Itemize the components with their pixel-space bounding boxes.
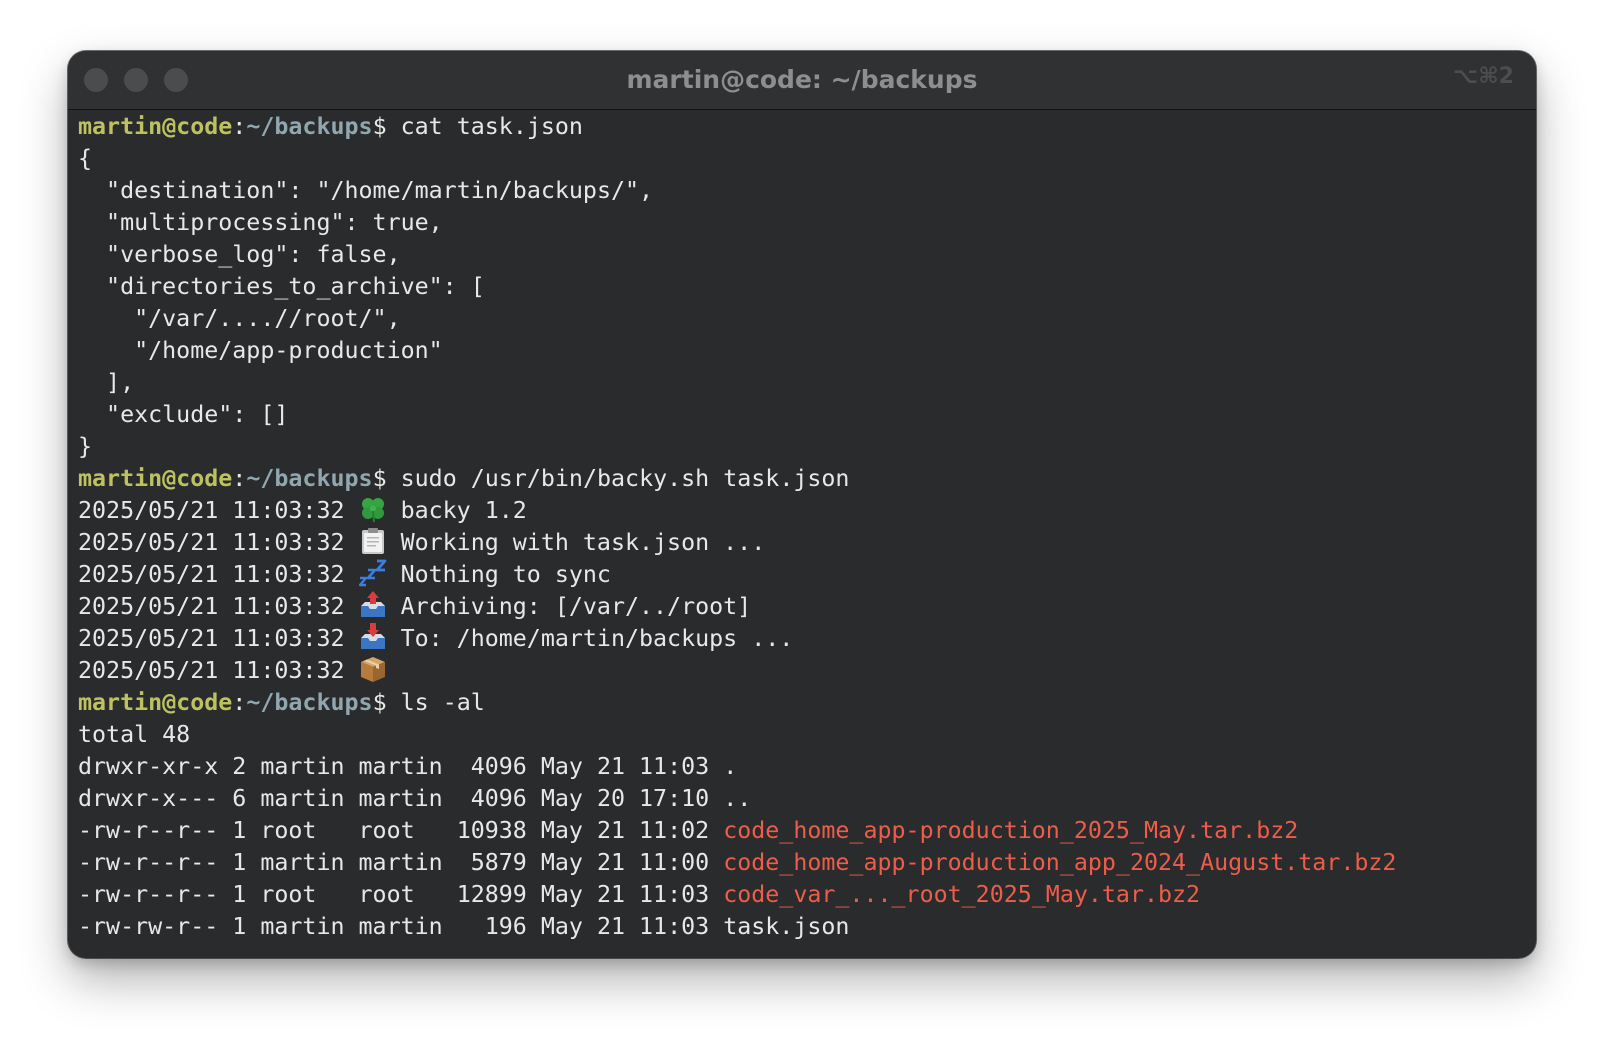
prompt-separator: : xyxy=(232,689,247,716)
json-line: "multiprocessing": true, xyxy=(78,209,443,236)
file-row: drwxr-x--- 6 martin martin 4096 May 20 1… xyxy=(78,783,1528,815)
log-line: 2025/05/21 11:03:32 Working with task.js… xyxy=(78,527,1528,559)
window-shortcut-label: ⌥⌘2 xyxy=(1452,64,1514,89)
json-line: { xyxy=(78,145,93,172)
prompt-line: martin@code:~/backups$ ls -al xyxy=(78,687,1528,719)
log-timestamp: 2025/05/21 11:03:32 xyxy=(78,497,345,524)
json-line: "/var/....//root/", xyxy=(78,305,401,332)
archive-file-name: code_var_..._root_2025_May.tar.bz2 xyxy=(723,881,1201,908)
json-line: "directories_to_archive": [ xyxy=(78,273,485,300)
package-icon xyxy=(359,655,387,683)
backy-log: 2025/05/21 11:03:32 backy 1.2 2025/05/21… xyxy=(78,495,1528,687)
file-row: -rw-r--r-- 1 martin martin 5879 May 21 1… xyxy=(78,847,1528,879)
file-meta: -rw-rw-r-- 1 martin martin 196 May 21 11… xyxy=(78,913,724,940)
log-line: 2025/05/21 11:03:32 xyxy=(78,655,1528,687)
prompt-path: ~/backups xyxy=(246,689,373,716)
log-timestamp: 2025/05/21 11:03:32 xyxy=(78,625,345,652)
prompt-path: ~/backups xyxy=(246,465,373,492)
prompt-line: martin@code:~/backups$ cat task.json xyxy=(78,111,1528,143)
file-meta: -rw-r--r-- 1 martin martin 5879 May 21 1… xyxy=(78,849,724,876)
inbox-tray-icon xyxy=(359,623,387,651)
file-row: -rw-r--r-- 1 root root 12899 May 21 11:0… xyxy=(78,879,1528,911)
log-line: 2025/05/21 11:03:32 Archiving: [/var/../… xyxy=(78,591,1528,623)
zzz-sleep-icon xyxy=(358,559,387,587)
log-message: To: /home/martin/backups ... xyxy=(400,625,794,652)
file-row: -rw-r--r-- 1 root root 10938 May 21 11:0… xyxy=(78,815,1528,847)
json-line: } xyxy=(78,433,93,460)
archive-file-name: code_home_app-production_2025_May.tar.bz… xyxy=(723,817,1299,844)
window-title: martin@code: ~/backups xyxy=(626,65,978,94)
file-row: -rw-rw-r-- 1 martin martin 196 May 21 11… xyxy=(78,911,1528,943)
log-message: backy 1.2 xyxy=(400,497,527,524)
prompt-symbol: $ xyxy=(372,689,401,716)
file-meta: -rw-r--r-- 1 root root 12899 May 21 11:0… xyxy=(78,881,724,908)
log-line: 2025/05/21 11:03:32 To: /home/martin/bac… xyxy=(78,623,1528,655)
four-leaf-clover-icon xyxy=(359,495,387,523)
prompt-user: martin@code xyxy=(78,113,233,140)
json-line: "destination": "/home/martin/backups/", xyxy=(78,177,654,204)
prompt-symbol: $ xyxy=(372,113,401,140)
log-message: Nothing to sync xyxy=(400,561,611,588)
ls-output: total 48 drwxr-xr-x 2 martin martin 4096… xyxy=(78,719,1528,943)
file-name: task.json xyxy=(723,913,850,940)
json-line: "/home/app-production" xyxy=(78,337,443,364)
ls-total: total 48 xyxy=(78,721,191,748)
prompt-separator: : xyxy=(232,113,247,140)
log-timestamp: 2025/05/21 11:03:32 xyxy=(78,561,345,588)
prompt-user: martin@code xyxy=(78,689,233,716)
file-row: drwxr-xr-x 2 martin martin 4096 May 21 1… xyxy=(78,751,1528,783)
json-line: "exclude": [] xyxy=(78,401,289,428)
title-bar: martin@code: ~/backups ⌥⌘2 xyxy=(68,51,1536,110)
prompt-separator: : xyxy=(232,465,247,492)
prompt-user: martin@code xyxy=(78,465,233,492)
file-meta: -rw-r--r-- 1 root root 10938 May 21 11:0… xyxy=(78,817,724,844)
prompt-path: ~/backups xyxy=(246,113,373,140)
prompt-line: martin@code:~/backups$ sudo /usr/bin/bac… xyxy=(78,463,1528,495)
command-text: cat task.json xyxy=(400,113,583,140)
json-line: "verbose_log": false, xyxy=(78,241,401,268)
json-output: { "destination": "/home/martin/backups/"… xyxy=(78,143,1528,463)
log-line: 2025/05/21 11:03:32 backy 1.2 xyxy=(78,495,1528,527)
log-line: 2025/05/21 11:03:32 Nothing to sync xyxy=(78,559,1528,591)
terminal-window: martin@code: ~/backups ⌥⌘2 martin@code:~… xyxy=(68,51,1536,958)
file-meta: drwxr-xr-x 2 martin martin 4096 May 21 1… xyxy=(78,753,724,780)
prompt-symbol: $ xyxy=(372,465,401,492)
log-message: Archiving: [/var/../root] xyxy=(400,593,752,620)
file-name: . xyxy=(723,753,738,780)
json-line: ], xyxy=(78,369,135,396)
command-text: ls -al xyxy=(400,689,485,716)
file-meta: drwxr-x--- 6 martin martin 4096 May 20 1… xyxy=(78,785,724,812)
clipboard-icon xyxy=(359,527,387,555)
outbox-tray-icon xyxy=(359,591,387,619)
command-text: sudo /usr/bin/backy.sh task.json xyxy=(400,465,850,492)
log-message: Working with task.json ... xyxy=(400,529,766,556)
file-name: .. xyxy=(723,785,752,812)
log-timestamp: 2025/05/21 11:03:32 xyxy=(78,657,345,684)
log-timestamp: 2025/05/21 11:03:32 xyxy=(78,593,345,620)
terminal-output[interactable]: martin@code:~/backups$ cat task.json { "… xyxy=(78,111,1528,958)
log-timestamp: 2025/05/21 11:03:32 xyxy=(78,529,345,556)
archive-file-name: code_home_app-production_app_2024_August… xyxy=(723,849,1397,876)
